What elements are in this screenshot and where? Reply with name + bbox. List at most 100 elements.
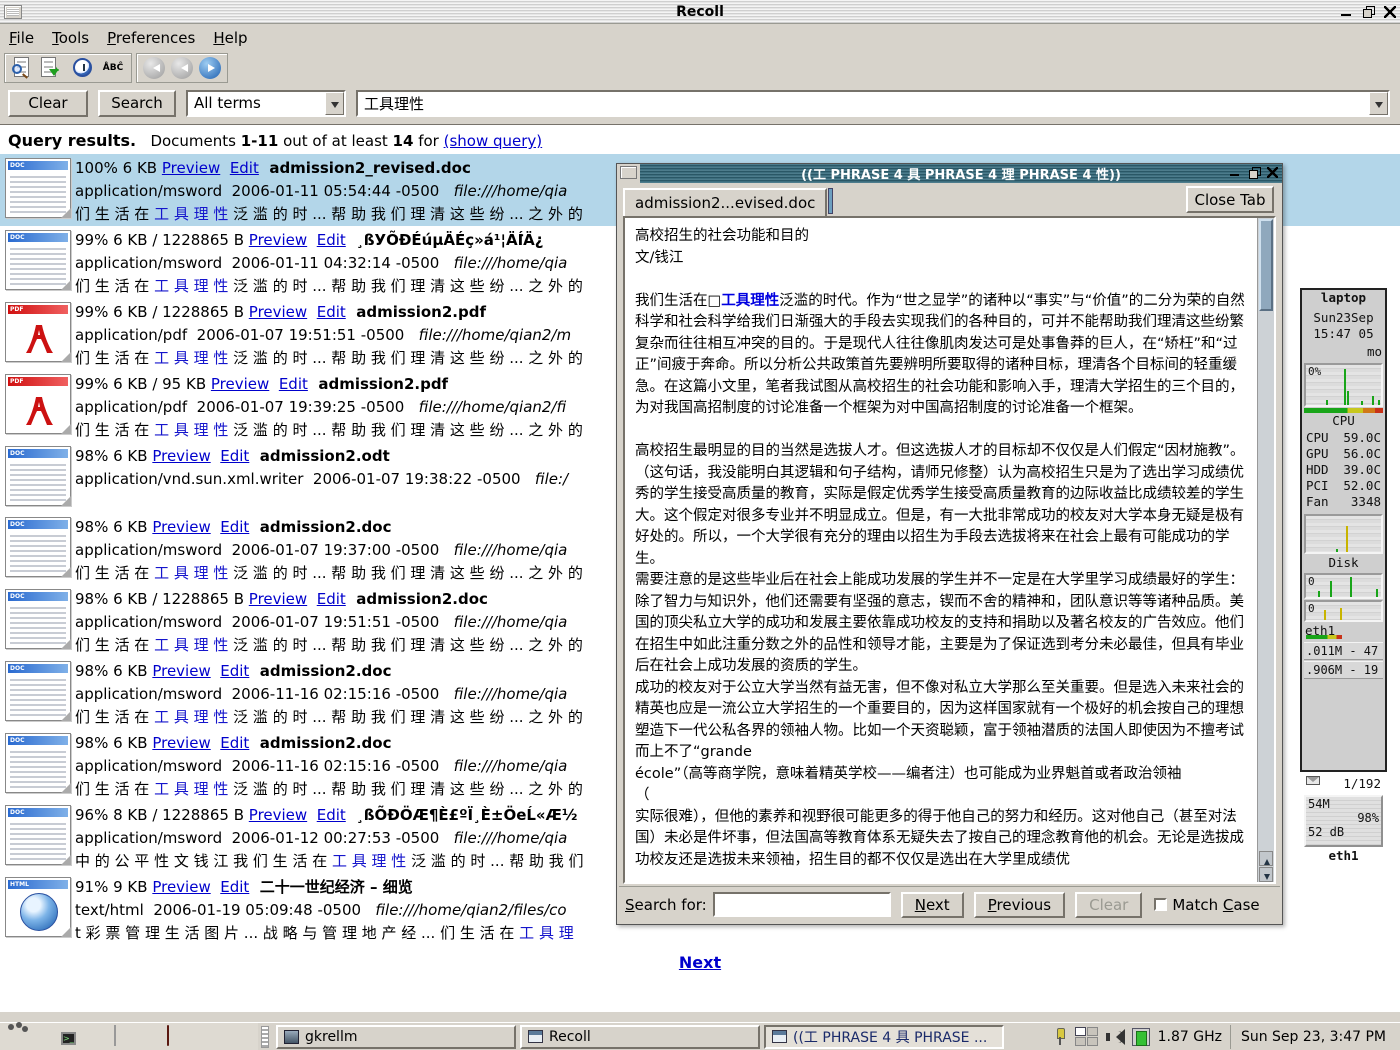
- fan-row[interactable]: Fan 3348: [1302, 494, 1385, 513]
- search-button[interactable]: Search: [98, 90, 176, 117]
- taskbar-clock[interactable]: Sun Sep 23, 3:47 PM: [1230, 1025, 1394, 1049]
- scrollbar-thumb[interactable]: [1259, 219, 1273, 311]
- show-query-link[interactable]: (show query): [444, 132, 543, 150]
- terminal-icon[interactable]: >_: [61, 1026, 85, 1048]
- chevron-down-icon[interactable]: [325, 92, 344, 115]
- preview-link[interactable]: Preview: [152, 734, 210, 752]
- edit-link[interactable]: Edit: [317, 231, 346, 249]
- query-input[interactable]: 工具理性: [358, 93, 1369, 114]
- preview-link[interactable]: Preview: [211, 375, 269, 393]
- doc-file-icon[interactable]: DOC: [5, 661, 71, 721]
- panel-handle[interactable]: [261, 1026, 269, 1048]
- close-icon[interactable]: [1384, 6, 1396, 18]
- cpu-chart[interactable]: 0%: [1304, 363, 1383, 407]
- sort-parameters-icon[interactable]: [41, 56, 65, 80]
- clear-button[interactable]: Clear: [8, 90, 88, 117]
- match-case-checkbox[interactable]: [1154, 898, 1167, 911]
- maximize-icon[interactable]: [1362, 6, 1374, 18]
- gkrellm-date[interactable]: Sun23Sep: [1302, 310, 1385, 326]
- firefox-icon[interactable]: [220, 1026, 244, 1048]
- next-results-link[interactable]: Next: [679, 953, 721, 972]
- query-combobox[interactable]: 工具理性: [356, 90, 1390, 117]
- preview-link[interactable]: Preview: [152, 447, 210, 465]
- previous-page-icon[interactable]: [171, 57, 193, 79]
- doc-file-icon[interactable]: DOC: [5, 805, 71, 865]
- lock-screen-icon[interactable]: [114, 1026, 138, 1048]
- edit-link[interactable]: Edit: [317, 303, 346, 321]
- gkrellm-bottom-label[interactable]: eth1: [1302, 848, 1385, 866]
- fan-chart[interactable]: [1304, 514, 1383, 554]
- edit-link[interactable]: Edit: [230, 159, 259, 177]
- chevron-down-icon[interactable]: [1369, 92, 1388, 115]
- wireless-panel[interactable]: 54M 98% 52 dB: [1304, 795, 1383, 847]
- task-button[interactable]: ((工 PHRASE 4 具 PHRASE ...: [764, 1025, 1004, 1049]
- html-file-icon[interactable]: HTML: [5, 877, 71, 937]
- edit-link[interactable]: Edit: [220, 734, 249, 752]
- preview-link[interactable]: Preview: [249, 303, 307, 321]
- close-tab-button[interactable]: Close Tab: [1186, 186, 1274, 213]
- preview-minimize-icon[interactable]: [1229, 167, 1240, 178]
- preview-link[interactable]: Preview: [152, 662, 210, 680]
- eth-row[interactable]: eth1: [1302, 623, 1385, 641]
- volume-icon[interactable]: [1106, 1029, 1124, 1045]
- scroll-down-icon[interactable]: [1259, 867, 1273, 882]
- preview-clear-button[interactable]: Clear: [1075, 892, 1142, 918]
- history-icon[interactable]: [71, 56, 95, 80]
- doc-file-icon[interactable]: DOC: [5, 158, 71, 218]
- pdf-file-icon[interactable]: PDF: [5, 374, 71, 434]
- doc-file-icon[interactable]: DOC: [5, 517, 71, 577]
- doc-file-icon[interactable]: DOC: [5, 589, 71, 649]
- doc-file-icon[interactable]: DOC: [5, 446, 71, 506]
- mail-row[interactable]: 1/192: [1302, 776, 1385, 794]
- cpu-freq-icon[interactable]: [1132, 1028, 1150, 1046]
- next-page-icon[interactable]: [199, 57, 221, 79]
- preview-maximize-icon[interactable]: [1248, 167, 1259, 178]
- edit-link[interactable]: Edit: [220, 878, 249, 896]
- preview-scrollbar[interactable]: [1257, 218, 1274, 882]
- edit-link[interactable]: Edit: [220, 518, 249, 536]
- cpu-section-label[interactable]: CPU: [1302, 413, 1385, 430]
- scroll-up-icon[interactable]: [1259, 851, 1273, 866]
- workspace-pager[interactable]: [1075, 1027, 1098, 1046]
- menu-preferences[interactable]: Preferences: [98, 27, 204, 49]
- gnome-menu-icon[interactable]: [8, 1026, 32, 1048]
- menu-file[interactable]: File: [0, 27, 43, 49]
- doc-file-icon[interactable]: DOC: [5, 733, 71, 793]
- first-page-icon[interactable]: [143, 57, 165, 79]
- pdf-file-icon[interactable]: PDF: [5, 302, 71, 362]
- disk-chart-2[interactable]: 0: [1304, 600, 1383, 622]
- preview-link[interactable]: Preview: [249, 806, 307, 824]
- menu-tools[interactable]: Tools: [43, 27, 98, 49]
- menu-help[interactable]: Help: [204, 27, 256, 49]
- text-editor-icon[interactable]: [167, 1026, 191, 1048]
- preview-link[interactable]: Preview: [249, 231, 307, 249]
- power-plug-icon[interactable]: [1053, 1028, 1067, 1046]
- preview-window-menu-button[interactable]: [620, 166, 637, 179]
- preview-link[interactable]: Preview: [152, 878, 210, 896]
- preview-previous-button[interactable]: Previous: [974, 892, 1065, 918]
- preview-document-text[interactable]: 高校招生的社会功能和目的文/钱江我们生活在□工具理性泛滥的时代。作为“世之显学”…: [625, 218, 1257, 882]
- minimize-icon[interactable]: [1340, 6, 1352, 18]
- disk-chart-1[interactable]: 0: [1304, 573, 1383, 599]
- edit-link[interactable]: Edit: [279, 375, 308, 393]
- search-mode-select[interactable]: All terms: [186, 90, 346, 117]
- net-rx-panel[interactable]: .011M - 47: [1304, 642, 1383, 660]
- gkrellm-hostname[interactable]: laptop: [1302, 290, 1385, 310]
- term-explorer-icon[interactable]: ÅBĈ: [101, 56, 125, 80]
- task-button[interactable]: gkrellm: [276, 1025, 516, 1049]
- preview-tab[interactable]: admission2...evised.doc: [623, 188, 827, 216]
- preview-next-button[interactable]: Next: [901, 892, 964, 918]
- edit-link[interactable]: Edit: [317, 806, 346, 824]
- disk-section-label[interactable]: Disk: [1302, 555, 1385, 572]
- edit-link[interactable]: Edit: [317, 590, 346, 608]
- task-button[interactable]: Recoll: [520, 1025, 760, 1049]
- edit-link[interactable]: Edit: [220, 447, 249, 465]
- doc-file-icon[interactable]: DOC: [5, 230, 71, 290]
- new-search-icon[interactable]: [11, 56, 35, 80]
- edit-link[interactable]: Edit: [220, 662, 249, 680]
- preview-link[interactable]: Preview: [249, 590, 307, 608]
- preview-search-input[interactable]: [713, 892, 891, 917]
- preview-link[interactable]: Preview: [152, 518, 210, 536]
- gkrellm-time[interactable]: 15:47 05: [1302, 326, 1385, 344]
- preview-link[interactable]: Preview: [162, 159, 220, 177]
